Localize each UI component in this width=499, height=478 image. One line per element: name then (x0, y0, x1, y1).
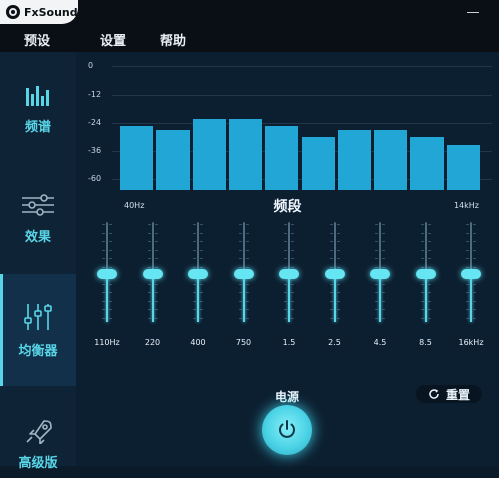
spectrum-bars (120, 112, 480, 190)
spectrum-bars-icon (20, 82, 56, 108)
eq-slider[interactable] (92, 222, 122, 332)
eq-frequency-label: 750 (235, 338, 252, 347)
menu-bar: 预设 设置 帮助 (0, 24, 499, 52)
minimize-icon[interactable] (467, 6, 479, 18)
power-label: 电源 (274, 390, 299, 404)
eq-frequency-label: 4.5 (373, 338, 387, 347)
sidebar-item-label: 均衡器 (18, 343, 58, 359)
reset-button[interactable]: 重置 (416, 385, 482, 403)
eq-frequency-label: 16kHz (458, 338, 484, 347)
x-range-end-label: 14kHz (453, 201, 479, 210)
grid-line (112, 66, 492, 67)
y-tick-label: 0 (88, 61, 94, 70)
slider-fill (197, 274, 199, 322)
eq-frequency-label: 400 (190, 338, 206, 347)
spectrum-bar (120, 126, 154, 190)
active-indicator (0, 274, 3, 386)
eq-slider[interactable] (229, 222, 259, 332)
spectrum-bar (265, 126, 299, 190)
reset-label: 重置 (445, 387, 470, 402)
eq-slider[interactable] (274, 222, 304, 332)
sidebar-item-label: 效果 (24, 230, 51, 245)
spectrum-bar (192, 119, 226, 190)
slider-knob[interactable] (324, 269, 345, 279)
equalizer-sliders (76, 222, 499, 352)
eq-slider[interactable] (183, 222, 213, 332)
slider-knob[interactable] (461, 269, 481, 279)
y-tick-label: -12 (88, 90, 102, 99)
slider-fill (333, 274, 336, 322)
slider-knob[interactable] (279, 269, 299, 279)
main-panel: 0 -12 -24 -36 -60 40Hz 频段 14kHz 110Hz 220… (76, 52, 499, 466)
eq-frequency-label: 220 (144, 338, 161, 347)
sidebar-item-advanced[interactable]: 高级版 (0, 418, 76, 478)
slider-knob[interactable] (188, 269, 208, 279)
slider-knob[interactable] (370, 269, 390, 279)
spectrum-chart: 0 -12 -24 -36 -60 40Hz 频段 14kHz (76, 52, 499, 217)
slider-fill (106, 274, 108, 322)
refresh-icon (429, 389, 439, 399)
spectrum-bar (446, 144, 480, 190)
sidebar-item-label: 频谱 (24, 120, 51, 135)
y-tick-label: -36 (88, 146, 102, 155)
eq-frequency-label: 110Hz (94, 338, 120, 347)
slider-fill (242, 274, 245, 322)
eq-slider[interactable] (411, 222, 441, 332)
slider-fill (379, 274, 381, 322)
x-axis-label: 频段 (273, 199, 302, 215)
spectrum-bar (374, 130, 408, 190)
slider-fill (151, 274, 154, 322)
equalizer-sliders-icon (20, 302, 56, 332)
spectrum-bar (410, 136, 444, 190)
menu-settings[interactable]: 设置 (100, 30, 126, 49)
slider-fill (470, 274, 472, 322)
sidebar-item-equalizer[interactable]: 均衡器 (0, 274, 76, 386)
slider-knob[interactable] (233, 269, 254, 279)
slider-knob[interactable] (97, 269, 117, 279)
spectrum-bar (337, 130, 372, 190)
eq-slider[interactable] (456, 222, 486, 332)
y-tick-label: -60 (88, 174, 102, 183)
slider-fill (424, 274, 427, 322)
app-logo: FxSound (0, 0, 78, 24)
app-name: FxSound (24, 5, 78, 19)
power-button[interactable] (262, 405, 312, 455)
spectrum-bar (301, 136, 335, 190)
y-tick-label: -24 (88, 118, 102, 127)
title-bar: FxSound (0, 0, 499, 24)
sidebar-item-spectrum[interactable]: 频谱 (0, 82, 76, 152)
spectrum-bar (228, 119, 263, 190)
spectrum-bar (156, 130, 190, 190)
eq-slider[interactable] (320, 222, 350, 332)
menu-presets[interactable]: 预设 (24, 30, 50, 49)
sliders-horizontal-icon (20, 192, 56, 218)
power-icon (279, 420, 295, 438)
sidebar-item-effects[interactable]: 效果 (0, 192, 76, 262)
grid-line (112, 95, 492, 96)
eq-frequency-label: 8.5 (419, 338, 432, 347)
fxsound-logo-icon (6, 5, 20, 19)
eq-slider[interactable] (365, 222, 395, 332)
sidebar: 频谱 效果 均衡器 高级版 (0, 52, 76, 471)
eq-frequency-label: 1.5 (282, 338, 296, 347)
slider-knob[interactable] (415, 269, 436, 279)
menu-help[interactable]: 帮助 (160, 30, 186, 49)
sidebar-item-label: 高级版 (18, 456, 58, 471)
slider-knob[interactable] (142, 269, 163, 279)
rocket-icon (20, 418, 56, 445)
eq-slider[interactable] (138, 222, 168, 332)
slider-fill (288, 274, 290, 322)
eq-frequency-label: 2.5 (328, 338, 341, 347)
